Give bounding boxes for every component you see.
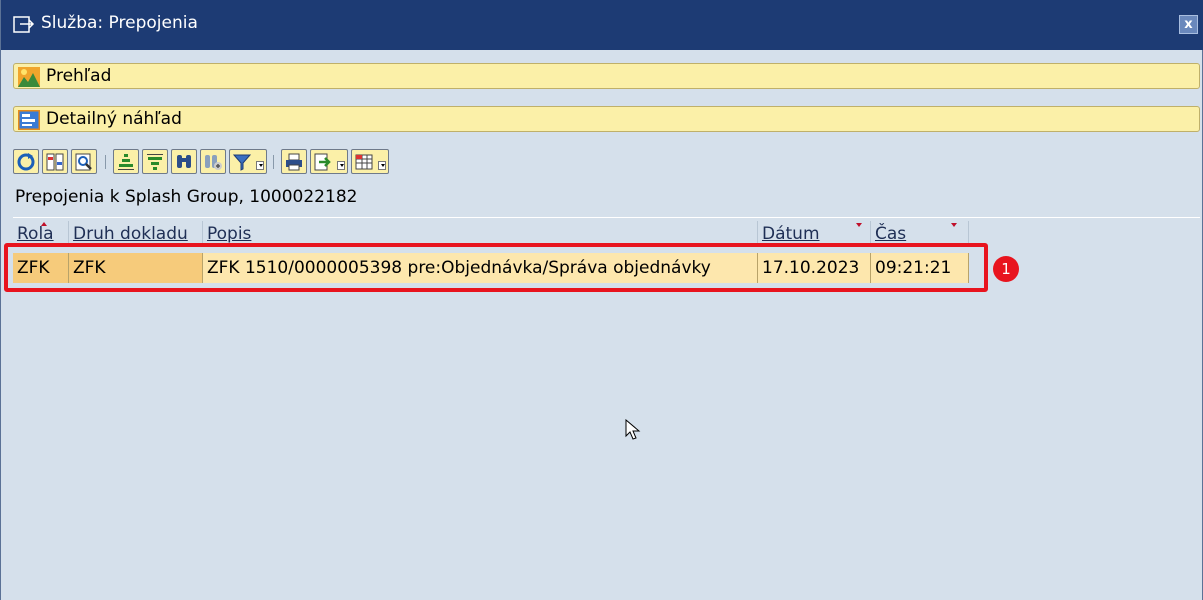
columns-icon [46, 153, 64, 171]
mouse-cursor-icon [625, 419, 641, 440]
export-button[interactable] [310, 149, 348, 174]
overview-icon [18, 67, 40, 87]
toolbar-separator [105, 155, 106, 169]
refresh-icon [17, 153, 35, 171]
overview-button[interactable]: Prehľad [13, 63, 1200, 89]
list-heading: Prepojenia k Splash Group, 1000022182 [15, 187, 358, 207]
print-icon [286, 153, 302, 171]
layout-icon [355, 154, 373, 170]
find-next-icon [205, 155, 222, 170]
toolbar-separator [273, 155, 274, 169]
export-dropdown-icon [337, 161, 345, 170]
header-divider [13, 217, 1200, 218]
detail-view-label: Detailný náhľad [46, 109, 182, 129]
find-button[interactable] [171, 149, 197, 174]
step-badge: 1 [993, 256, 1019, 282]
row-highlight-frame [4, 243, 988, 292]
list-toolbar [13, 149, 613, 177]
overview-label: Prehľad [46, 66, 112, 86]
refresh-button[interactable] [13, 149, 39, 174]
columns-button[interactable] [42, 149, 68, 174]
window-title: Služba: Prepojenia [41, 13, 198, 33]
sort-descending-marker-icon [951, 223, 957, 227]
detail-view-icon [18, 110, 40, 130]
filter-icon [232, 154, 252, 171]
export-icon [314, 153, 331, 171]
layout-button[interactable] [351, 149, 389, 174]
filter-button[interactable] [229, 149, 267, 174]
filter-dropdown-icon [256, 161, 264, 170]
close-button[interactable]: x [1179, 15, 1198, 34]
sort-descending-icon [147, 154, 163, 170]
find-icon [177, 155, 191, 168]
window-icon [13, 16, 35, 33]
find-next-button[interactable] [200, 149, 226, 174]
detail-view-button[interactable]: Detailný náhľad [13, 106, 1200, 132]
sort-ascending-button[interactable] [113, 149, 139, 174]
dialog-window: Služba: Prepojenia x Prehľad Detailný ná… [0, 0, 1203, 600]
layout-dropdown-icon [378, 161, 386, 170]
close-icon: x [1184, 17, 1193, 32]
sort-ascending-icon [118, 154, 134, 170]
sort-ascending-marker-icon [41, 222, 47, 226]
sort-descending-marker-icon [856, 223, 862, 227]
magnifier-icon [75, 153, 92, 171]
sort-descending-button[interactable] [142, 149, 168, 174]
details-button[interactable] [71, 149, 97, 174]
title-bar: Služba: Prepojenia x [1, 0, 1203, 50]
print-button[interactable] [281, 149, 307, 174]
